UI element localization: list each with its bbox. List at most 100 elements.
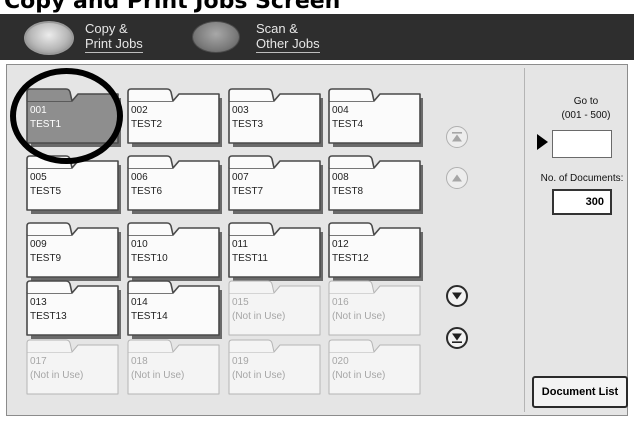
tab-scan-other-jobs[interactable]: Scan & Other Jobs [188, 14, 328, 60]
mailbox-name: TEST2 [131, 119, 163, 130]
mailbox-name: (Not in Use) [332, 311, 386, 322]
scroll-down-button[interactable] [446, 285, 468, 307]
mailbox-name: (Not in Use) [232, 311, 286, 322]
mailbox-008[interactable]: 008 TEST8 [328, 155, 426, 215]
header-banner: Copy and Print Jobs Screen [0, 0, 634, 14]
folder-icon [328, 155, 423, 214]
mailbox-014[interactable]: 014 TEST14 [127, 280, 225, 340]
mailbox-name: TEST12 [332, 253, 369, 264]
scroll-top-button[interactable] [446, 126, 468, 148]
mailbox-number: 020 [332, 356, 349, 367]
folder-icon [228, 155, 323, 214]
folder-icon [328, 339, 421, 395]
folder-icon [228, 339, 321, 395]
scroll-up-icon [452, 174, 462, 182]
mailbox-number: 017 [30, 356, 47, 367]
folder-icon [26, 280, 121, 339]
mailbox-number: 015 [232, 297, 249, 308]
scroll-bottom-icon [452, 333, 462, 343]
mailbox-012[interactable]: 012 TEST12 [328, 222, 426, 282]
mailbox-number: 001 [30, 105, 47, 116]
scroll-down-icon [452, 292, 462, 300]
mailbox-name: TEST8 [332, 186, 364, 197]
mailbox-name: (Not in Use) [131, 370, 185, 381]
goto-input[interactable] [552, 130, 612, 158]
folder-icon [228, 88, 323, 147]
page-title: Copy and Print Jobs Screen [4, 0, 341, 14]
tab-copy-print-jobs[interactable]: Copy & Print Jobs [20, 14, 180, 60]
mailbox-number: 014 [131, 297, 148, 308]
mailbox-001[interactable]: 001 TEST1 [26, 88, 124, 148]
mailbox-number: 005 [30, 172, 47, 183]
mailbox-020[interactable]: 020 (Not in Use) [328, 339, 426, 399]
mailbox-name: TEST11 [232, 253, 268, 264]
folder-icon [26, 222, 121, 281]
mailbox-017[interactable]: 017 (Not in Use) [26, 339, 124, 399]
mailbox-number: 004 [332, 105, 349, 116]
mailbox-number: 019 [232, 356, 249, 367]
mailbox-number: 006 [131, 172, 148, 183]
mailbox-005[interactable]: 005 TEST5 [26, 155, 124, 215]
mailbox-name: TEST3 [232, 119, 264, 130]
mailbox-004[interactable]: 004 TEST4 [328, 88, 426, 148]
mailbox-number: 018 [131, 356, 148, 367]
tab-label: Scan & Other Jobs [256, 21, 320, 53]
scroll-up-button[interactable] [446, 167, 468, 189]
folder-icon [228, 222, 323, 281]
mailbox-number: 013 [30, 297, 47, 308]
mailbox-016[interactable]: 016 (Not in Use) [328, 280, 426, 340]
tab-label: Copy & Print Jobs [85, 21, 143, 53]
folder-icon [127, 222, 222, 281]
mailbox-name: (Not in Use) [332, 370, 386, 381]
mailbox-name: TEST5 [30, 186, 62, 197]
mailbox-name: TEST9 [30, 253, 62, 264]
documents-count-label: No. of Documents: [540, 173, 624, 184]
mailbox-number: 007 [232, 172, 249, 183]
mailbox-011[interactable]: 011 TEST11 [228, 222, 326, 282]
mailbox-010[interactable]: 010 TEST10 [127, 222, 225, 282]
mailbox-number: 012 [332, 239, 349, 250]
goto-label: Go to (001 - 500) [561, 96, 611, 121]
folder-icon [127, 88, 222, 147]
mailbox-name: TEST6 [131, 186, 163, 197]
folder-icon [127, 155, 222, 214]
mailbox-number: 008 [332, 172, 349, 183]
folder-icon [26, 155, 121, 214]
folder-icon [328, 280, 421, 336]
mailbox-number: 003 [232, 105, 249, 116]
tab-indicator [192, 21, 240, 53]
folder-icon [328, 88, 423, 147]
mailbox-007[interactable]: 007 TEST7 [228, 155, 326, 215]
folder-icon [127, 280, 222, 339]
documents-count-value: 300 [552, 189, 612, 215]
top-tab-bar: Copy & Print Jobs Scan & Other Jobs [0, 14, 634, 60]
mailbox-015[interactable]: 015 (Not in Use) [228, 280, 326, 340]
folder-icon [328, 222, 423, 281]
mailbox-name: TEST7 [232, 186, 264, 197]
mailbox-name: (Not in Use) [30, 370, 84, 381]
document-list-button[interactable]: Document List [532, 376, 628, 408]
mailbox-name: TEST1 [30, 119, 62, 130]
scroll-bottom-button[interactable] [446, 327, 468, 349]
mailbox-name: TEST14 [131, 311, 168, 322]
mailbox-name: TEST13 [30, 311, 67, 322]
mailbox-006[interactable]: 006 TEST6 [127, 155, 225, 215]
go-to-arrow-icon [537, 134, 548, 150]
scroll-top-icon [452, 132, 462, 142]
mailbox-019[interactable]: 019 (Not in Use) [228, 339, 326, 399]
mailbox-number: 009 [30, 239, 47, 250]
mailbox-name: TEST10 [131, 253, 168, 264]
folder-icon [127, 339, 220, 395]
panel-divider [524, 68, 525, 412]
mailbox-number: 016 [332, 297, 349, 308]
folder-icon [26, 88, 121, 147]
folder-icon [26, 339, 119, 395]
mailbox-003[interactable]: 003 TEST3 [228, 88, 326, 148]
mailbox-number: 002 [131, 105, 148, 116]
mailbox-013[interactable]: 013 TEST13 [26, 280, 124, 340]
tab-selected-indicator [24, 21, 74, 55]
mailbox-018[interactable]: 018 (Not in Use) [127, 339, 225, 399]
mailbox-name: TEST4 [332, 119, 364, 130]
mailbox-002[interactable]: 002 TEST2 [127, 88, 225, 148]
mailbox-009[interactable]: 009 TEST9 [26, 222, 124, 282]
